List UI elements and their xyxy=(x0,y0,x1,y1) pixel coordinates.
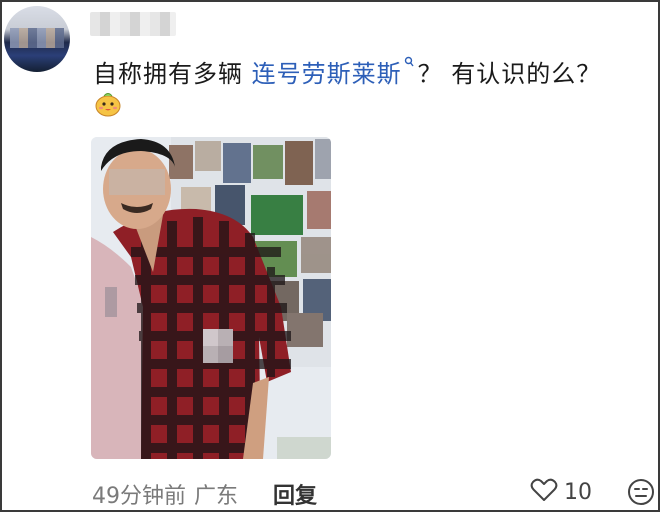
comment-location: 广东 xyxy=(194,484,239,509)
username-mosaic[interactable] xyxy=(90,12,176,36)
avatar[interactable] xyxy=(4,6,70,72)
search-icon[interactable] xyxy=(404,56,414,71)
reply-button[interactable]: 回复 xyxy=(273,478,317,510)
smiling-emoji-sticker xyxy=(94,90,122,118)
comment-text: 自称拥有多辆 连号劳斯莱斯 ？ 有认识的么？ xyxy=(93,54,601,89)
comment-text-prefix: 自称拥有多辆 xyxy=(93,60,252,88)
comment-keyword-link[interactable]: 连号劳斯莱斯 xyxy=(252,60,402,88)
like-button[interactable]: 10 xyxy=(530,478,592,506)
attached-photo[interactable] xyxy=(91,137,331,459)
comment-card: 自称拥有多辆 连号劳斯莱斯 ？ 有认识的么？ 49分钟前 广东 回复 10 xyxy=(0,0,660,512)
avatar-mosaic xyxy=(10,28,64,48)
like-count: 10 xyxy=(564,479,592,505)
comment-text-suffix: ？ 有认识的么？ xyxy=(417,60,602,88)
comment-meta: 49分钟前 广东 xyxy=(92,478,238,510)
heart-outline-icon[interactable] xyxy=(530,478,558,506)
expressionless-face-icon[interactable] xyxy=(627,478,655,510)
comment-time: 49分钟前 xyxy=(92,484,186,509)
